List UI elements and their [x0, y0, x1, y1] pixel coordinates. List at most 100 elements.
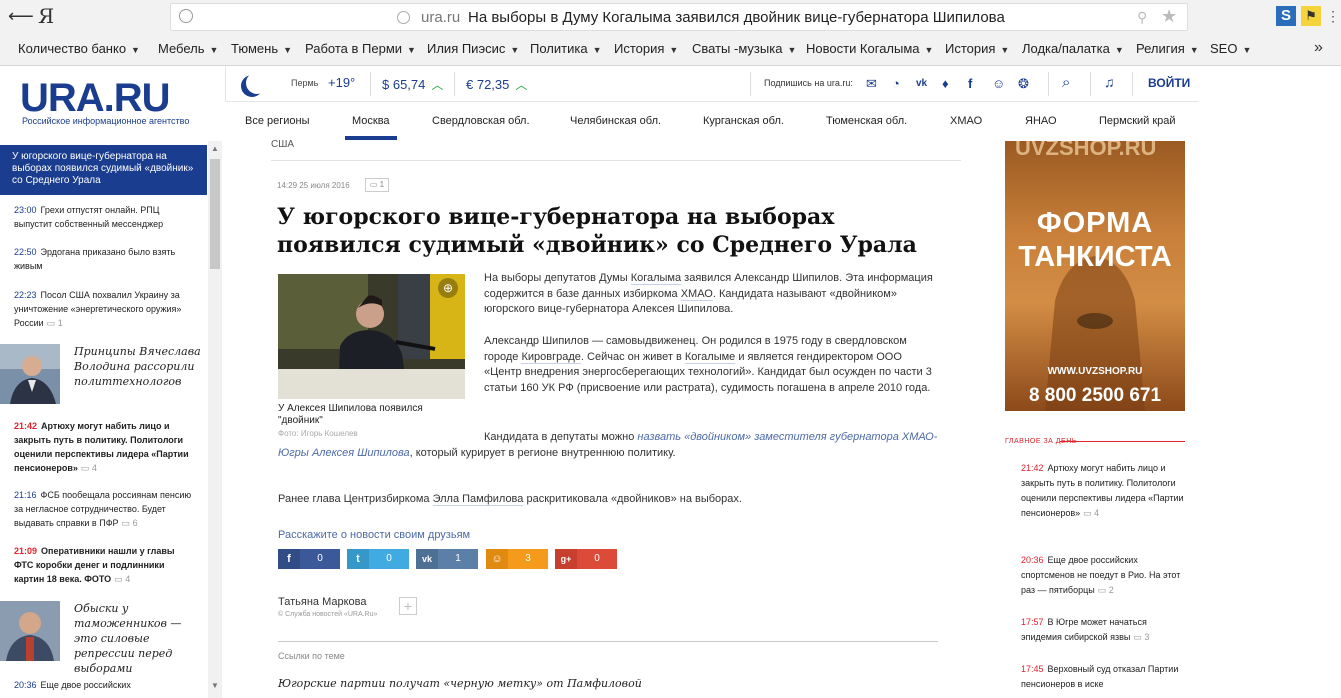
sidebar-scrollbar[interactable]: ▲ ▼ — [208, 141, 222, 698]
caret-down-icon: ▼ — [1189, 45, 1199, 55]
caret-down-icon: ▼ — [1114, 45, 1124, 55]
bookmark-item[interactable]: Сваты -музыка ▼ — [692, 41, 796, 56]
divider — [1048, 72, 1049, 96]
caret-down-icon: ▼ — [592, 45, 602, 55]
sidebar-news-item[interactable]: 21:16 ФСБ пообещала россиянам пенсию за н… — [14, 488, 194, 530]
address-bar[interactable]: ura.ru На выборы в Думу Когалыма заявилс… — [170, 3, 1188, 31]
menu-icon[interactable]: ⋮ — [1326, 8, 1340, 25]
bell-icon[interactable]: ♫ — [1104, 74, 1115, 90]
top-news-item[interactable]: 17:45 Верховный суд отказал Партии пенсио… — [1021, 662, 1186, 692]
bookmark-item[interactable]: SEO ▼ — [1210, 41, 1251, 56]
extension-s-icon[interactable]: S — [1276, 6, 1296, 26]
author-name[interactable]: Татьяна Маркова — [278, 596, 367, 608]
link-kogalym[interactable]: Когалыма — [630, 272, 682, 285]
bookmark-item[interactable]: Работа в Перми ▼ — [305, 41, 416, 56]
advertisement-banner[interactable]: UVZSHOP.RU ФОРМА ТАНКИСТА WWW.UVZSHOP.RU… — [1005, 141, 1185, 411]
sidebar-news-item[interactable]: 23:00 Грехи отпустят онлайн. РПЦ выпустит… — [14, 203, 194, 231]
bookmark-item[interactable]: Политика ▼ — [530, 41, 601, 56]
sidebar-photo-customs[interactable] — [0, 601, 60, 661]
top-news-item[interactable]: 20:36 Еще двое российских спортсменов не … — [1021, 553, 1186, 598]
bookmarks-bar: Количество банко ▼ Мебель ▼ Тюмень ▼ Работа… — [0, 37, 1341, 63]
caret-down-icon: ▼ — [787, 45, 797, 55]
mail-icon[interactable]: ✉ — [866, 76, 877, 92]
breadcrumb[interactable]: США — [271, 139, 294, 150]
ad-top-text: UVZSHOP.RU — [1015, 141, 1157, 160]
bookmark-item[interactable]: Илия Пиэсис ▼ — [427, 41, 519, 56]
region-tab-active[interactable]: Москва — [345, 115, 397, 140]
share-twitter-button[interactable]: t0 — [347, 549, 409, 569]
sidebar-news-item[interactable]: 21:09 Оперативники нашли у главы ФТС коро… — [14, 544, 194, 586]
region-tab[interactable]: Все регионы — [245, 115, 310, 127]
search-icon[interactable]: ⌕ — [1062, 74, 1070, 91]
region-tab[interactable]: Челябинская обл. — [570, 115, 661, 127]
link-kirovgrad[interactable]: Кировграде — [521, 350, 581, 364]
link-hmao[interactable]: ХМАО — [680, 287, 713, 301]
weather-temp: +19° — [328, 75, 356, 90]
top-news-item[interactable]: 17:57 В Югре может начаться эпидемия сиби… — [1021, 615, 1186, 645]
scroll-up-icon[interactable]: ▲ — [211, 144, 219, 153]
search-icon[interactable]: ⚲ — [1137, 9, 1147, 26]
article-datetime: 14:29 25 июля 2016 — [277, 181, 350, 190]
zoom-icon[interactable]: ⊕ — [438, 278, 458, 298]
header-info-strip: Пермь +19° $ 65,74 ︿ € 72,35 ︿ Подпишись н… — [225, 66, 1199, 102]
ad-phone: 8 800 2500 671 — [1028, 385, 1162, 406]
twitter-icon[interactable]: ♦ — [942, 76, 949, 91]
share-facebook-button[interactable]: f0 — [278, 549, 340, 569]
follow-author-plus-icon[interactable]: + — [399, 597, 417, 615]
sidebar-photo-volodin[interactable] — [0, 344, 60, 404]
bookmark-star-icon[interactable]: ★ — [1161, 6, 1177, 27]
share-google-plus-button[interactable]: g+ 0 — [555, 549, 617, 569]
related-link[interactable]: Югорские партии получат «черную метку» о… — [278, 677, 642, 690]
bookmark-item[interactable]: Лодка/палатка ▼ — [1022, 41, 1124, 56]
bookmark-item[interactable]: Религия ▼ — [1136, 41, 1199, 56]
bookmarks-more-icon[interactable]: » — [1314, 39, 1323, 57]
odnoklassniki-icon[interactable]: ☺ — [992, 76, 1005, 91]
rss-icon[interactable]: ◔ — [892, 76, 900, 91]
top-news-item[interactable]: 21:42 Артюху могут набить лицо и закрыть … — [1021, 461, 1186, 521]
share-ok-button[interactable]: ☺ 3 — [486, 549, 548, 569]
bookmark-item[interactable]: Новости Когалыма ▼ — [806, 41, 933, 56]
share-vk-button[interactable]: vk 1 — [416, 549, 478, 569]
back-arrow-icon[interactable]: ⟵ — [8, 6, 34, 27]
article-photo[interactable]: ⊕ — [278, 274, 465, 399]
site-info-icon[interactable] — [179, 9, 193, 23]
sidebar-news-item[interactable]: 21:42 Артюху могут набить лицо и закрыть … — [14, 419, 194, 475]
extension-flag-icon[interactable]: ⚑ — [1301, 6, 1321, 26]
browser-logo[interactable]: Я — [38, 4, 54, 28]
link-kogalym-2[interactable]: Когалыме — [684, 350, 736, 364]
sidebar-news-item[interactable]: 20:36 Еще двое российских — [14, 678, 194, 692]
sidebar-news-item[interactable]: 22:50 Эрдогана приказано было взять живым — [14, 245, 194, 273]
facebook-icon[interactable]: f — [968, 76, 972, 91]
bookmark-item[interactable]: Количество банко ▼ — [18, 41, 140, 56]
region-tabs: Все регионы Москва Свердловская обл. Чел… — [225, 103, 1199, 140]
bookmark-item[interactable]: Мебель ▼ — [158, 41, 218, 56]
region-tab[interactable]: Пермский край — [1099, 115, 1176, 127]
sidebar-featured-item[interactable]: У югорского вице-губернатора на выборах … — [0, 145, 207, 195]
scroll-thumb[interactable] — [210, 159, 220, 269]
region-tab[interactable]: Тюменская обл. — [826, 115, 907, 127]
login-button[interactable]: ВОЙТИ — [1148, 76, 1190, 90]
ad-website: WWW.UVZSHOP.RU — [1047, 366, 1143, 377]
vk-icon[interactable]: vk — [916, 78, 927, 89]
sidebar-news-item[interactable]: 22:23 Посол США похвалил Украину за уничт… — [14, 288, 194, 330]
bookmark-item[interactable]: Тюмень ▼ — [231, 41, 292, 56]
caret-down-icon: ▼ — [924, 45, 934, 55]
sidebar-photo-headline[interactable]: Принципы Вячеслава Володина рассорили по… — [74, 344, 204, 389]
sidebar-photo-headline[interactable]: Обыски у таможенников — это силовые репр… — [74, 601, 204, 676]
region-tab[interactable]: ХМАО — [950, 115, 982, 127]
link-pamfilova[interactable]: Элла Памфилова — [432, 493, 524, 506]
article-paragraph: На выборы депутатов Думы Когалыма заявил… — [484, 272, 933, 315]
article-paragraph: Ранее глава Центризбиркома Элла Памфилов… — [278, 493, 742, 506]
scroll-down-icon[interactable]: ▼ — [211, 681, 219, 690]
photo-caption: У Алексея Шипилова появился "двойник" — [278, 403, 423, 426]
region-tab[interactable]: Свердловская обл. — [432, 115, 530, 127]
region-tab[interactable]: ЯНАО — [1025, 115, 1057, 127]
bookmark-item[interactable]: История ▼ — [945, 41, 1009, 56]
region-tab[interactable]: Курганская обл. — [703, 115, 784, 127]
site-logo[interactable]: URA.RU — [20, 76, 171, 121]
comments-badge[interactable]: ▭ 1 — [365, 178, 389, 192]
article-paragraph: Александр Шипилов — самовыдвиженец. Он р… — [484, 335, 932, 394]
bookmark-item[interactable]: История ▼ — [614, 41, 678, 56]
google-plus-icon[interactable]: ❂ — [1018, 76, 1029, 92]
comment-count: ▭ 3 — [1133, 632, 1150, 642]
